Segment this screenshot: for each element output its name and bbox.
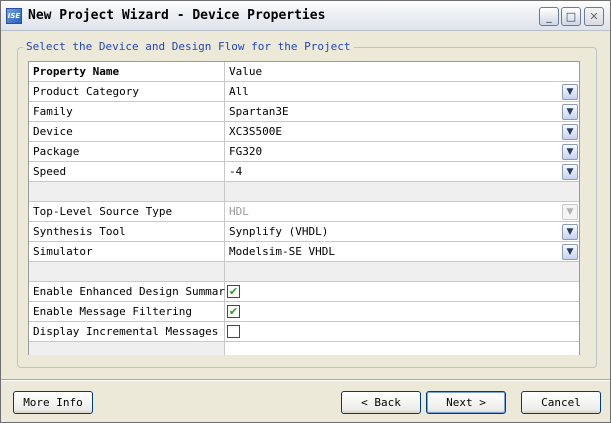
checked-checkbox[interactable]: ✔ [227, 305, 240, 318]
dropdown-selected-value: -4 [229, 165, 243, 178]
dropdown-selected-value: FG320 [229, 145, 263, 158]
chevron-down-icon[interactable]: ▼ [562, 244, 578, 260]
dropdown-selected-value: All [229, 85, 249, 98]
minimize-button[interactable]: _ [539, 7, 559, 26]
property-row: Enable Message Filtering ✔ [29, 302, 579, 322]
back-button[interactable]: < Back [341, 391, 421, 414]
property-value-checkbox-cell[interactable]: ✔ [225, 282, 579, 302]
property-value-dropdown[interactable]: Modelsim-SE VHDL ▼ [225, 242, 579, 262]
close-button[interactable]: ✕ [584, 7, 604, 26]
property-name: Enable Enhanced Design Summary [29, 282, 232, 302]
window-title: New Project Wizard - Device Properties [28, 8, 326, 23]
property-row: Family Spartan3E ▼ [29, 102, 579, 122]
property-name: Product Category [29, 82, 225, 102]
property-row: Package FG320 ▼ [29, 142, 579, 162]
property-row: Enable Enhanced Design Summary ✔ [29, 282, 579, 302]
grid-header-row: Property Name Value [29, 62, 579, 82]
header-value: Value [225, 62, 579, 82]
button-separator [1, 379, 610, 381]
chevron-down-icon[interactable]: ▼ [562, 124, 578, 140]
dropdown-selected-value: Synplify (VHDL) [229, 225, 329, 238]
property-value-dropdown: HDL ▼ [225, 202, 579, 222]
property-value-dropdown[interactable]: FG320 ▼ [225, 142, 579, 162]
filler-value-cell [225, 342, 579, 355]
property-name: Device [29, 122, 225, 142]
property-value-dropdown[interactable]: -4 ▼ [225, 162, 579, 182]
filler-name-cell [29, 342, 225, 355]
chevron-down-icon[interactable]: ▼ [562, 104, 578, 120]
maximize-button[interactable]: □ [561, 7, 581, 26]
chevron-down-icon: ▼ [562, 204, 578, 220]
spacer-cell [225, 262, 579, 282]
grid-spacer-row [29, 182, 579, 202]
property-row: Product Category All ▼ [29, 82, 579, 102]
property-name: Synthesis Tool [29, 222, 225, 242]
property-row: Simulator Modelsim-SE VHDL ▼ [29, 242, 579, 262]
property-value-dropdown[interactable]: Synplify (VHDL) ▼ [225, 222, 579, 242]
chevron-down-icon[interactable]: ▼ [562, 84, 578, 100]
cancel-button[interactable]: Cancel [521, 391, 601, 414]
property-value-checkbox-cell[interactable]: ✔ [225, 302, 579, 322]
next-button[interactable]: Next > [426, 391, 506, 414]
header-property-name: Property Name [29, 62, 225, 82]
property-name [29, 182, 225, 202]
property-name: Simulator [29, 242, 225, 262]
chevron-down-icon[interactable]: ▼ [562, 144, 578, 160]
grid-filler-row [29, 342, 579, 355]
property-name: Enable Message Filtering [29, 302, 225, 322]
dropdown-selected-value: Spartan3E [229, 105, 289, 118]
property-row: Display Incremental Messages [29, 322, 579, 342]
property-grid: Property Name Value Product Category All ▼… [28, 61, 580, 355]
grid-spacer-row [29, 262, 579, 282]
checked-checkbox[interactable]: ✔ [227, 285, 240, 298]
property-name: Speed [29, 162, 225, 182]
chevron-down-icon[interactable]: ▼ [562, 224, 578, 240]
property-row: Top-Level Source Type HDL ▼ [29, 202, 579, 222]
title-bar[interactable]: ISE New Project Wizard - Device Properti… [1, 1, 610, 31]
property-name: Top-Level Source Type [29, 202, 225, 222]
group-legend: Select the Device and Design Flow for th… [23, 40, 354, 53]
property-value-dropdown[interactable]: Spartan3E ▼ [225, 102, 579, 122]
property-value-dropdown[interactable]: XC3S500E ▼ [225, 122, 579, 142]
ise-app-icon: ISE [6, 8, 22, 24]
dropdown-selected-value: HDL [229, 205, 249, 218]
device-properties-window: ISE New Project Wizard - Device Properti… [0, 0, 611, 423]
more-info-button[interactable]: More Info [13, 391, 93, 414]
property-row: Speed -4 ▼ [29, 162, 579, 182]
property-name: Display Incremental Messages [29, 322, 225, 342]
property-name: Package [29, 142, 225, 162]
spacer-cell [225, 182, 579, 202]
property-row: Synthesis Tool Synplify (VHDL) ▼ [29, 222, 579, 242]
dropdown-selected-value: Modelsim-SE VHDL [229, 245, 335, 258]
property-value-dropdown[interactable]: All ▼ [225, 82, 579, 102]
property-name [29, 262, 225, 282]
chevron-down-icon[interactable]: ▼ [562, 164, 578, 180]
property-name: Family [29, 102, 225, 122]
dropdown-selected-value: XC3S500E [229, 125, 282, 138]
property-row: Device XC3S500E ▼ [29, 122, 579, 142]
unchecked-checkbox[interactable] [227, 325, 240, 338]
property-value-checkbox-cell[interactable] [225, 322, 579, 342]
